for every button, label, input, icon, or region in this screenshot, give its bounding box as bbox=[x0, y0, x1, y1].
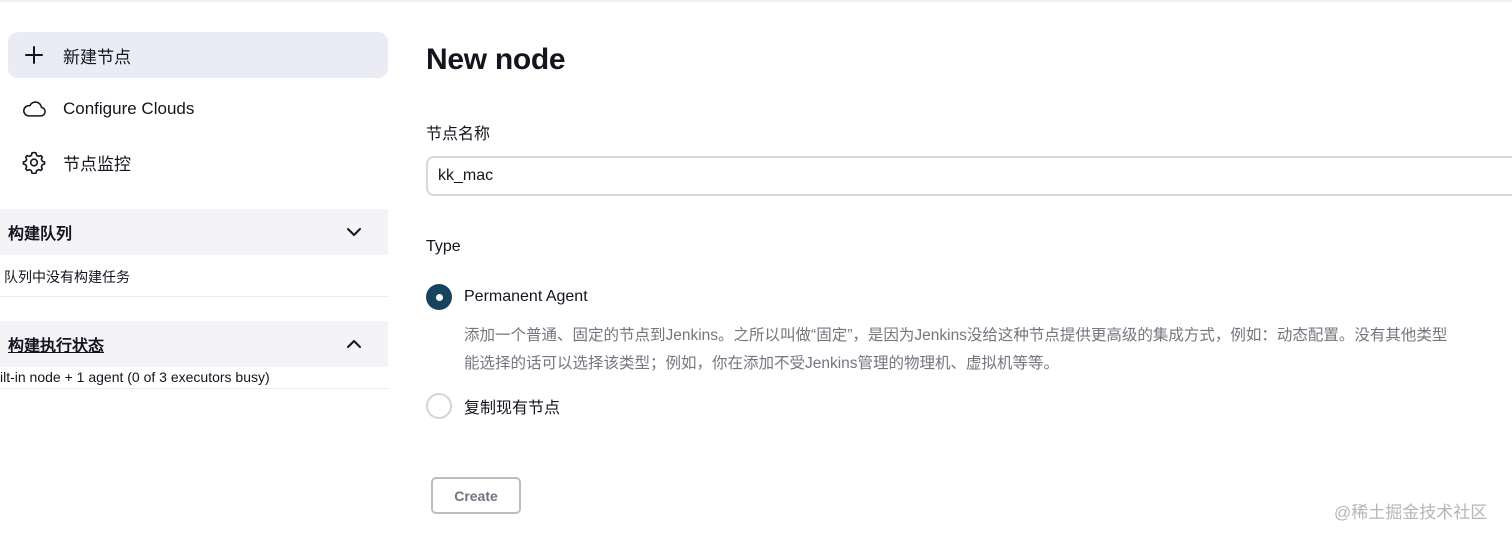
executor-status-summary: ilt-in node + 1 agent (0 of 3 executors … bbox=[0, 369, 270, 385]
sidebar-item-label: 节点监控 bbox=[63, 154, 131, 174]
description-line: 添加一个普通、固定的节点到Jenkins。之所以叫做“固定”，是因为Jenkin… bbox=[464, 327, 1448, 344]
build-queue-empty-text: 队列中没有构建任务 bbox=[4, 269, 130, 285]
sidebar-item-node-monitor[interactable]: 节点监控 bbox=[8, 139, 388, 185]
build-queue-title: 构建队列 bbox=[8, 226, 73, 243]
chevron-down-icon[interactable] bbox=[344, 222, 364, 242]
sidebar-item-new-node[interactable]: 新建节点 bbox=[8, 32, 388, 78]
node-name-label: 节点名称 bbox=[426, 126, 491, 143]
option-description: 添加一个普通、固定的节点到Jenkins。之所以叫做“固定”，是因为Jenkin… bbox=[464, 322, 1512, 378]
divider bbox=[0, 388, 388, 389]
divider bbox=[0, 296, 388, 297]
sidebar-item-configure-clouds[interactable]: Configure Clouds bbox=[8, 86, 388, 132]
sidebar-item-label: 新建节点 bbox=[63, 47, 131, 67]
radio-checked[interactable] bbox=[426, 284, 452, 310]
option-label: 复制现有节点 bbox=[464, 400, 561, 417]
sidebar: 新建节点 Configure Clouds 节点监控 构建队列 队列中没有构建任… bbox=[0, 0, 390, 537]
node-name-input[interactable] bbox=[426, 156, 1512, 196]
option-permanent-agent[interactable]: Permanent Agent bbox=[426, 284, 588, 310]
type-label: Type bbox=[426, 238, 461, 255]
watermark: @稀土掘金技术社区 bbox=[1334, 503, 1488, 522]
cloud-icon bbox=[22, 97, 46, 121]
plus-icon bbox=[22, 43, 46, 67]
executor-status-header: 构建执行状态 bbox=[0, 321, 388, 367]
create-button[interactable]: Create bbox=[431, 477, 521, 514]
build-queue-header: 构建队列 bbox=[0, 209, 388, 255]
radio-unchecked[interactable] bbox=[426, 393, 452, 419]
option-copy-existing-node[interactable]: 复制现有节点 bbox=[426, 393, 560, 419]
executor-status-link[interactable]: 构建执行状态 bbox=[8, 332, 344, 356]
main-content: New node 节点名称 Type Permanent Agent 添加一个普… bbox=[426, 0, 1512, 537]
option-label: Permanent Agent bbox=[464, 288, 588, 305]
chevron-up-icon[interactable] bbox=[344, 334, 364, 354]
page-title: New node bbox=[426, 43, 566, 76]
description-line: 能选择的话可以选择该类型；例如，你在添加不受Jenkins管理的物理机、虚拟机等… bbox=[464, 355, 1060, 372]
gear-icon bbox=[22, 150, 46, 174]
sidebar-item-label: Configure Clouds bbox=[63, 99, 195, 118]
